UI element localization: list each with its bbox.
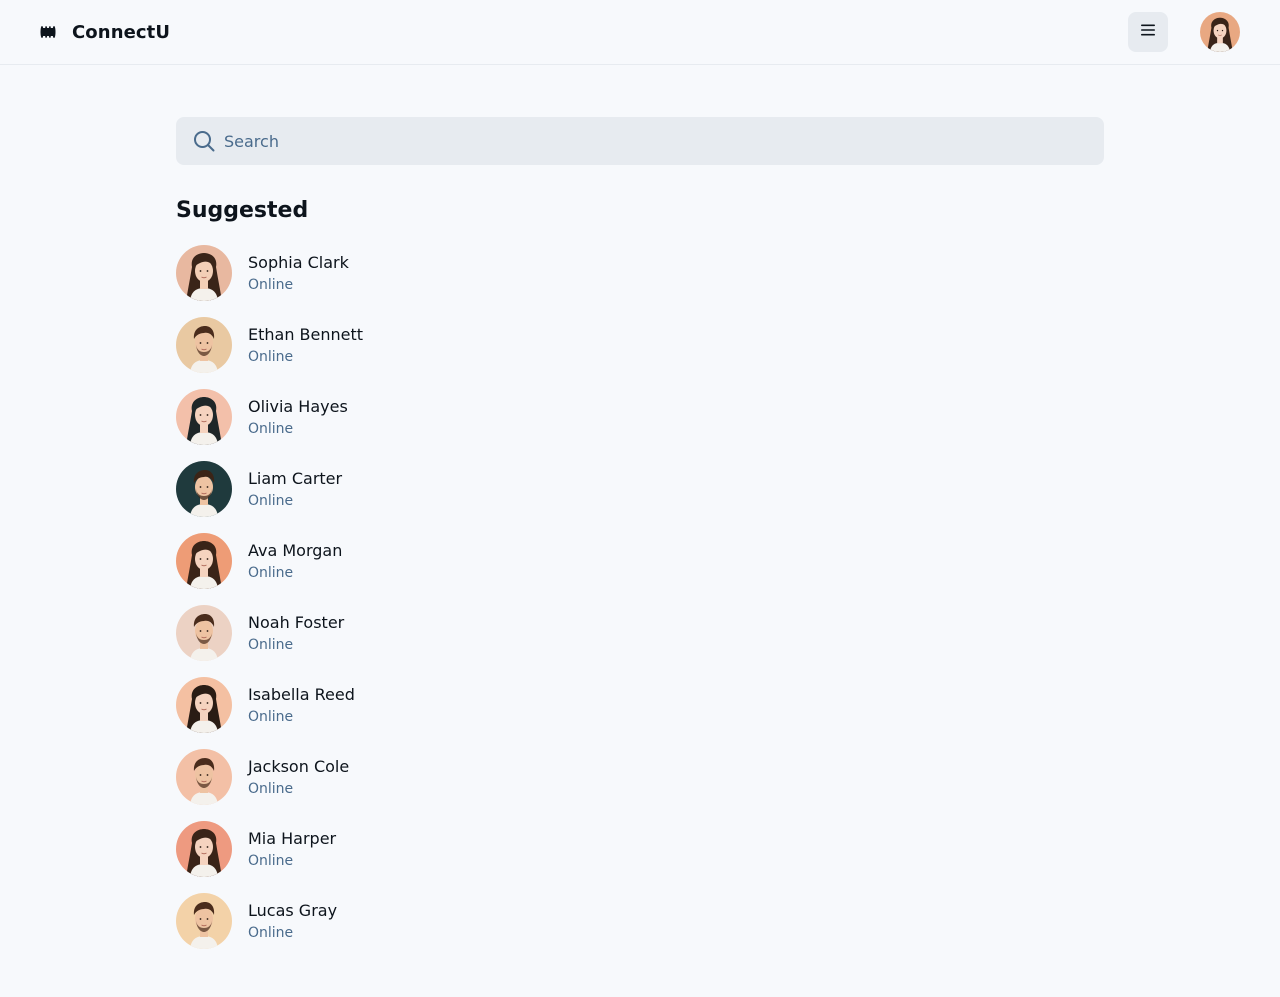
list-item[interactable]: Sophia Clark Online [176,245,576,317]
user-name[interactable]: Isabella Reed [248,684,355,706]
menu-button[interactable] [1128,12,1168,52]
suggested-list: Sophia Clark Online Ethan Bennett Online O… [176,245,576,965]
user-status: Online [248,493,294,509]
user-name[interactable]: Lucas Gray [248,900,337,922]
list-item[interactable]: Mia Harper Online [176,821,576,893]
user-status: Online [248,349,294,365]
list-item[interactable]: Ethan Bennett Online [176,317,576,389]
search-icon [192,129,216,153]
avatar[interactable] [176,245,232,301]
app-title: ConnectU [72,21,171,43]
avatar[interactable] [176,605,232,661]
user-info: Ethan Bennett Online [248,324,363,367]
avatar[interactable] [176,677,232,733]
avatar[interactable] [176,749,232,805]
user-name[interactable]: Ava Morgan [248,540,342,562]
user-info: Liam Carter Online [248,468,342,511]
user-name[interactable]: Mia Harper [248,828,336,850]
list-item[interactable]: Lucas Gray Online [176,893,576,965]
user-status: Online [248,565,294,581]
user-name[interactable]: Noah Foster [248,612,344,634]
user-status: Online [248,781,294,797]
user-info: Ava Morgan Online [248,540,342,583]
list-item[interactable]: Olivia Hayes Online [176,389,576,461]
connectu-logo-icon [40,24,56,40]
user-name[interactable]: Sophia Clark [248,252,349,274]
avatar[interactable] [176,821,232,877]
list-item[interactable]: Jackson Cole Online [176,749,576,821]
user-status: Online [248,637,294,653]
list-item[interactable]: Isabella Reed Online [176,677,576,749]
user-name[interactable]: Jackson Cole [248,756,349,778]
avatar[interactable] [176,893,232,949]
user-status: Online [248,421,294,437]
hamburger-menu-icon [1138,20,1158,44]
avatar[interactable] [176,317,232,373]
user-info: Isabella Reed Online [248,684,355,727]
user-info: Noah Foster Online [248,612,344,655]
search-input[interactable] [224,117,1084,165]
list-item[interactable]: Noah Foster Online [176,605,576,677]
user-status: Online [248,925,294,941]
user-name[interactable]: Olivia Hayes [248,396,348,418]
user-info: Lucas Gray Online [248,900,337,943]
user-info: Olivia Hayes Online [248,396,348,439]
top-header: ConnectU [0,0,1280,65]
avatar[interactable] [176,533,232,589]
avatar[interactable] [176,389,232,445]
user-name[interactable]: Ethan Bennett [248,324,363,346]
user-status: Online [248,277,294,293]
user-info: Jackson Cole Online [248,756,349,799]
user-status: Online [248,709,294,725]
brand[interactable]: ConnectU [40,20,170,44]
list-item[interactable]: Liam Carter Online [176,461,576,533]
user-name[interactable]: Liam Carter [248,468,342,490]
avatar[interactable] [176,461,232,517]
section-title-suggested: Suggested [176,198,309,223]
user-status: Online [248,853,294,869]
search-bar[interactable] [176,117,1104,165]
user-info: Mia Harper Online [248,828,336,871]
list-item[interactable]: Ava Morgan Online [176,533,576,605]
profile-avatar[interactable] [1200,12,1240,52]
user-info: Sophia Clark Online [248,252,349,295]
